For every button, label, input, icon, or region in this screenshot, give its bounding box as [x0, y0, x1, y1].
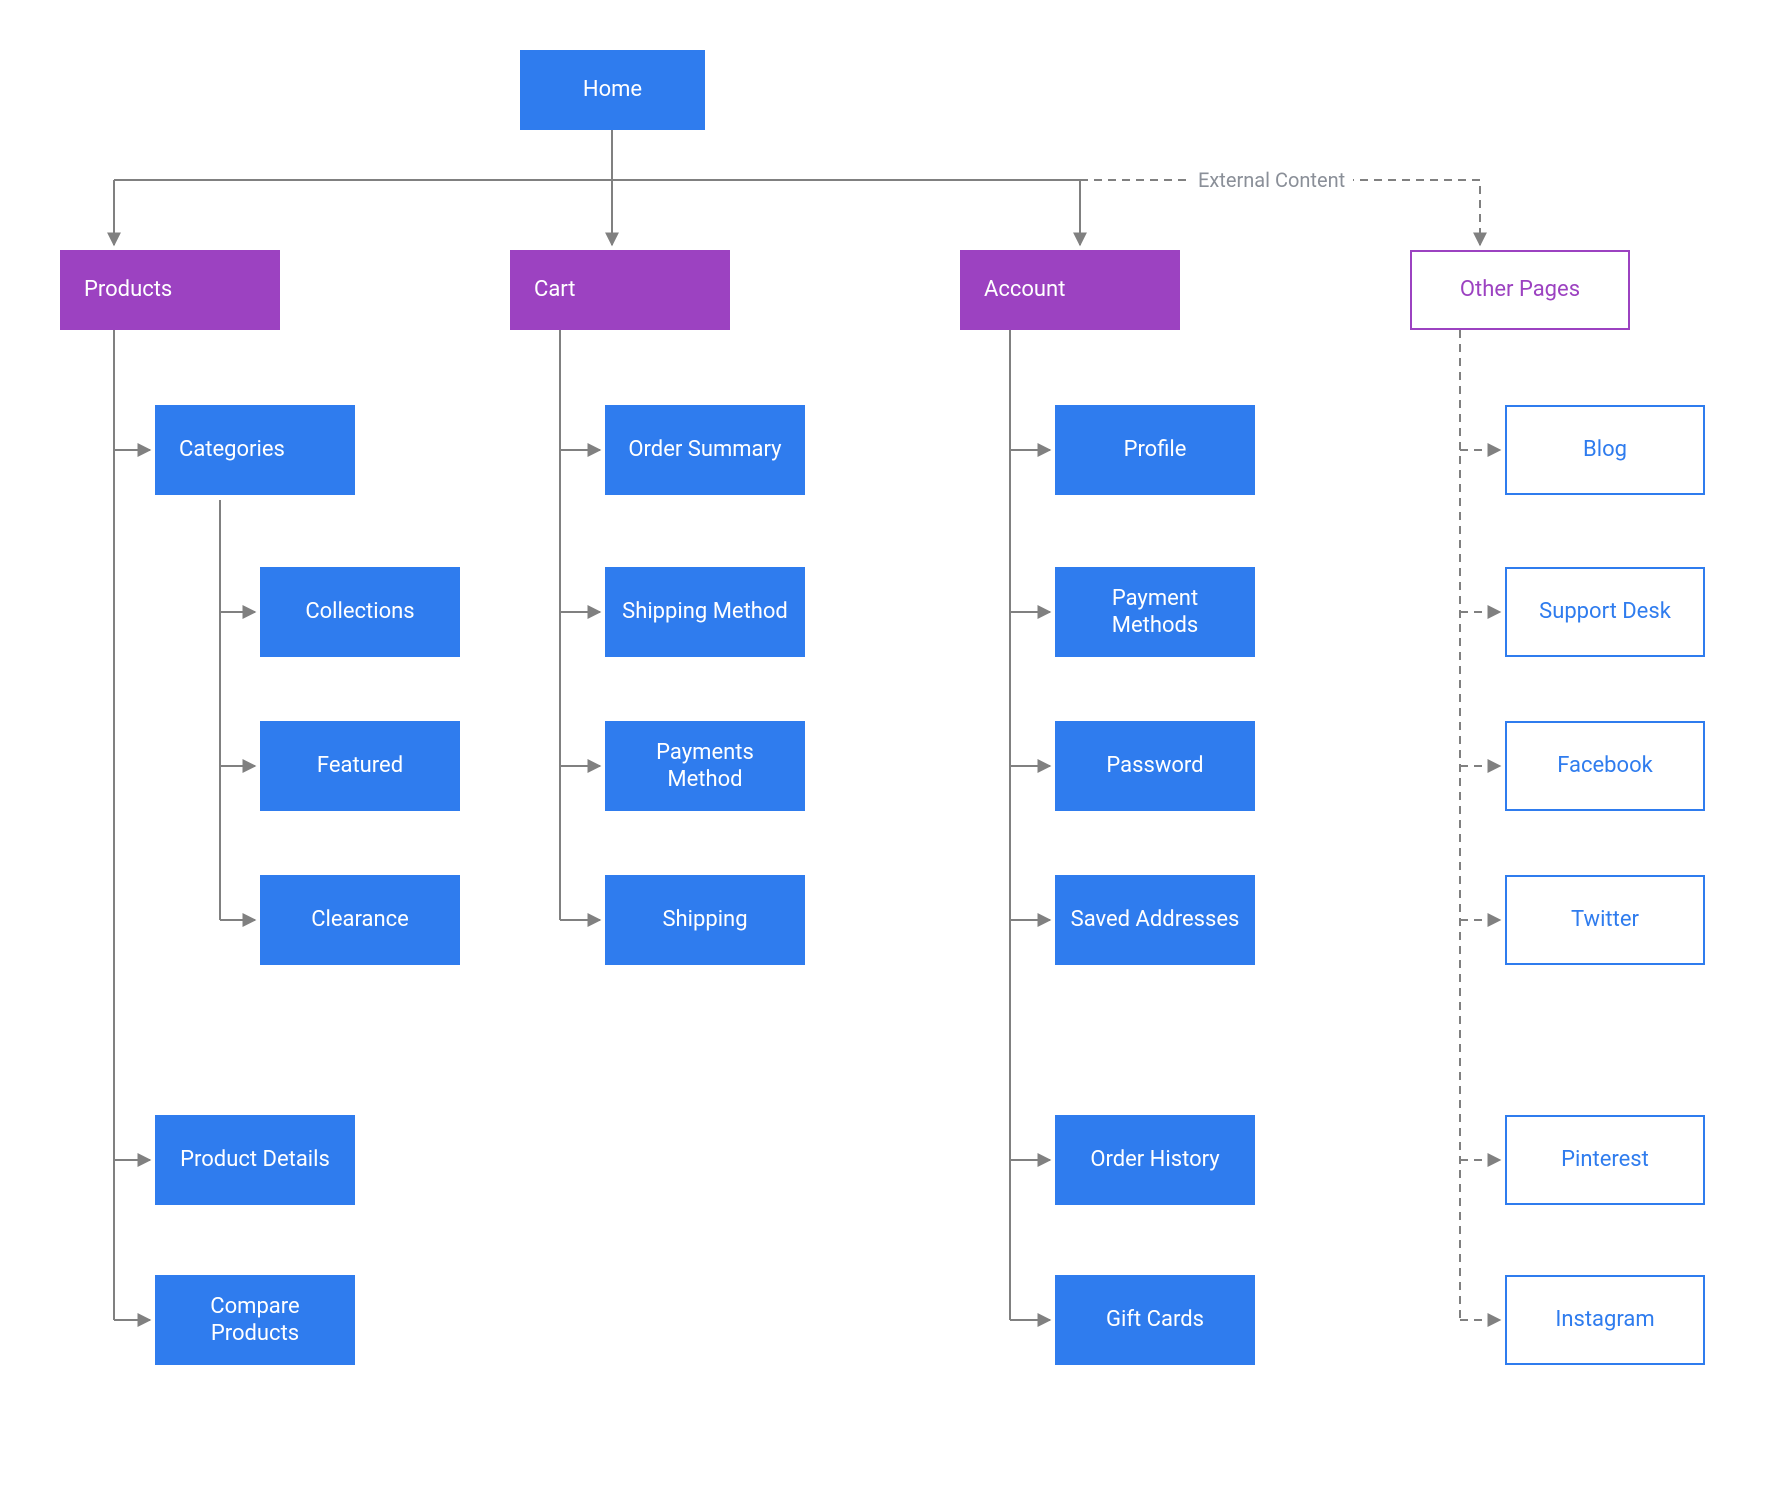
- node-profile[interactable]: Profile: [1055, 405, 1255, 495]
- node-shipping[interactable]: Shipping: [605, 875, 805, 965]
- node-twitter[interactable]: Twitter: [1505, 875, 1705, 965]
- node-cart[interactable]: Cart: [510, 250, 730, 330]
- edge-label-external: External Content: [1190, 168, 1353, 192]
- node-gift-cards[interactable]: Gift Cards: [1055, 1275, 1255, 1365]
- node-other-pages[interactable]: Other Pages: [1410, 250, 1630, 330]
- node-pinterest[interactable]: Pinterest: [1505, 1115, 1705, 1205]
- node-product-details[interactable]: Product Details: [155, 1115, 355, 1205]
- node-password[interactable]: Password: [1055, 721, 1255, 811]
- node-blog[interactable]: Blog: [1505, 405, 1705, 495]
- node-clearance[interactable]: Clearance: [260, 875, 460, 965]
- node-compare-products[interactable]: Compare Products: [155, 1275, 355, 1365]
- node-instagram[interactable]: Instagram: [1505, 1275, 1705, 1365]
- node-account[interactable]: Account: [960, 250, 1180, 330]
- node-home[interactable]: Home: [520, 50, 705, 130]
- node-payment-methods[interactable]: Payment Methods: [1055, 567, 1255, 657]
- node-shipping-method[interactable]: Shipping Method: [605, 567, 805, 657]
- node-collections[interactable]: Collections: [260, 567, 460, 657]
- node-order-history[interactable]: Order History: [1055, 1115, 1255, 1205]
- sitemap-canvas: External Content Home Products Cart Acco…: [0, 0, 1780, 1508]
- node-support-desk[interactable]: Support Desk: [1505, 567, 1705, 657]
- node-saved-addresses[interactable]: Saved Addresses: [1055, 875, 1255, 965]
- node-products[interactable]: Products: [60, 250, 280, 330]
- node-order-summary[interactable]: Order Summary: [605, 405, 805, 495]
- node-payments-method[interactable]: Payments Method: [605, 721, 805, 811]
- node-categories[interactable]: Categories: [155, 405, 355, 495]
- node-featured[interactable]: Featured: [260, 721, 460, 811]
- node-facebook[interactable]: Facebook: [1505, 721, 1705, 811]
